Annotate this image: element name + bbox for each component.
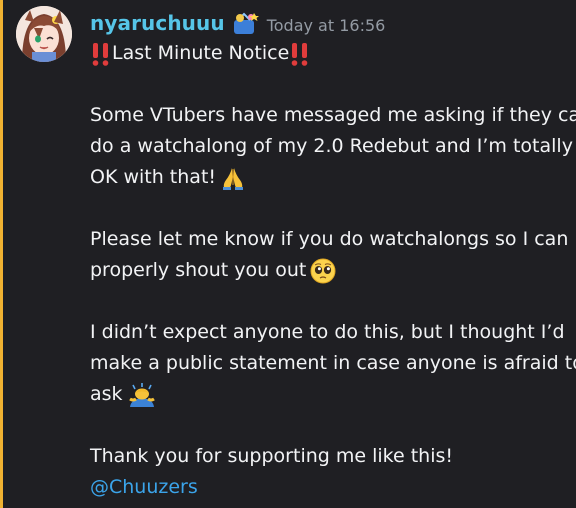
person-bowing-icon <box>127 382 155 408</box>
message-header: nyaruchuuu Today at 16:56 <box>90 8 385 38</box>
message-content: Last Minute Notice Some VTubers have mes… <box>90 38 576 503</box>
double-exclamation-icon <box>90 40 112 68</box>
title-line: Last Minute Notice <box>90 38 568 69</box>
paragraph-text: make a public statement in case anyone i… <box>90 352 576 374</box>
paragraph-text: Some VTubers have messaged me asking if … <box>90 104 576 126</box>
folded-hands-icon <box>220 165 246 191</box>
paragraph-text: Thank you for supporting me like this! <box>90 445 453 467</box>
text-line: Thank you for supporting me like this! <box>90 441 568 472</box>
chat-message: nyaruchuuu Today at 16:56 Last Minute No… <box>0 0 576 508</box>
author-username[interactable]: nyaruchuuu <box>90 11 225 35</box>
role-mention-link[interactable]: @Chuuzers <box>90 472 198 503</box>
text-line: @Chuuzers <box>90 472 568 503</box>
mention-highlight-bar <box>0 0 3 508</box>
text-line: ask <box>90 379 568 410</box>
role-badge-icon <box>231 11 259 35</box>
text-line: make a public statement in case anyone i… <box>90 348 576 379</box>
paragraph-text: I didn’t expect anyone to do this, but I… <box>90 321 565 343</box>
text-line: OK with that! <box>90 162 568 193</box>
notice-title: Last Minute Notice <box>112 42 290 64</box>
text-line: do a watchalong of my 2.0 Redebut and I’… <box>90 131 573 162</box>
text-line: Please let me know if you do watchalongs… <box>90 224 568 255</box>
text-line: I didn’t expect anyone to do this, but I… <box>90 317 568 348</box>
paragraph-text: ask <box>90 383 123 405</box>
avatar[interactable] <box>16 6 72 62</box>
paragraph-text: Please let me know if you do watchalongs… <box>90 228 569 250</box>
text-line: Some VTubers have messaged me asking if … <box>90 100 576 131</box>
double-exclamation-icon <box>289 40 311 68</box>
paragraph-text: OK with that! <box>90 166 217 188</box>
paragraph-text: do a watchalong of my 2.0 Redebut and I’… <box>90 135 573 157</box>
paragraph-text: properly shout you out <box>90 259 307 281</box>
text-line: properly shout you out <box>90 255 568 286</box>
message-timestamp: Today at 16:56 <box>266 15 386 35</box>
avatar-image <box>16 6 72 62</box>
pleading-face-icon <box>310 258 336 284</box>
